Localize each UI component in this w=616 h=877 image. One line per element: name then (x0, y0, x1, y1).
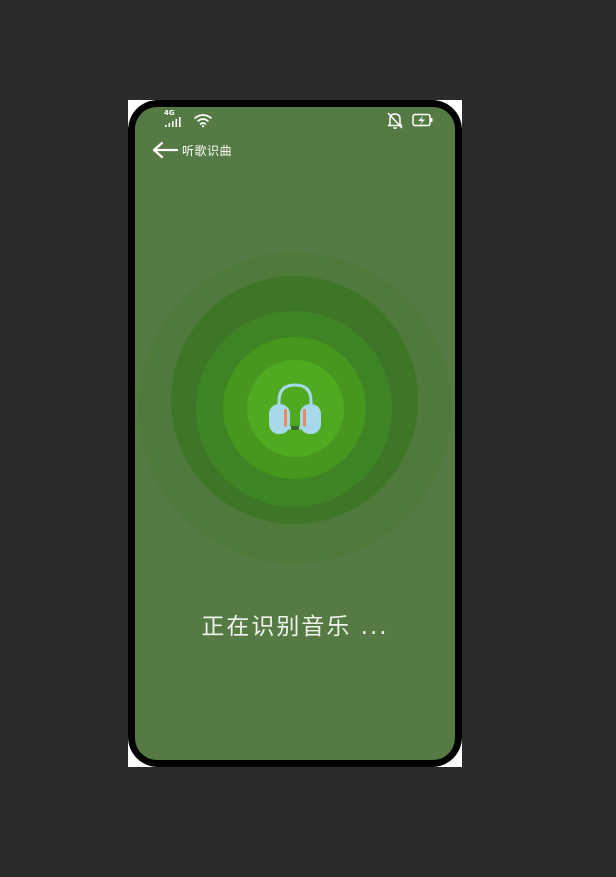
headphones-icon (269, 383, 321, 434)
app-screen: 4G 听歌识曲 正在识别音乐 ... (135, 107, 455, 760)
recognition-status-text: 正在识别音乐 ... (201, 614, 389, 640)
phone-frame: 4G 听歌识曲 正在识别音乐 ... (128, 100, 462, 767)
recognition-ripples (135, 107, 455, 760)
